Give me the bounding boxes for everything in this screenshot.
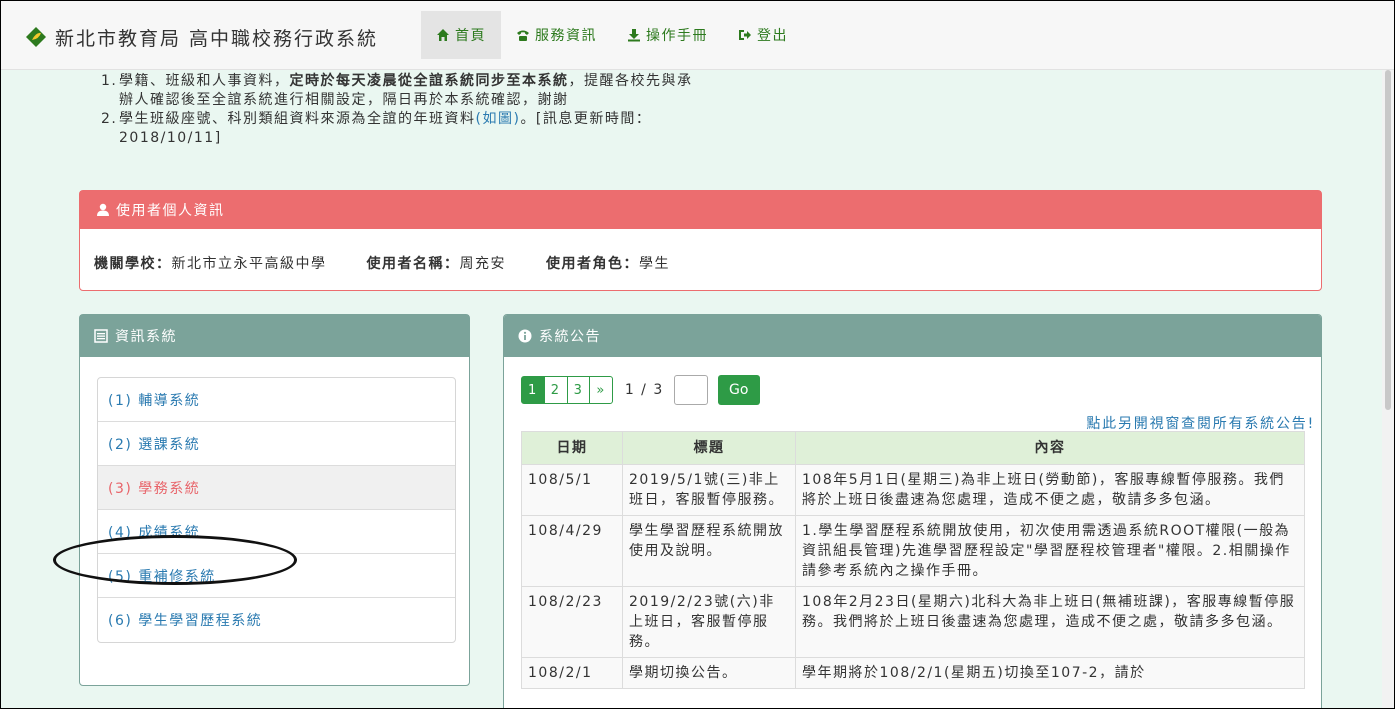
- table-row: 108/2/23 2019/2/23號(六)非上班日，客服暫停服務。 108年2…: [521, 586, 1305, 658]
- download-icon: [628, 29, 640, 42]
- brand[interactable]: 新北市教育局 高中職校務行政系統: [25, 23, 378, 51]
- cell-content: 108年5月1日(星期三)為非上班日(勞動節)，客服專線暫停服務。我們將於上班日…: [795, 464, 1305, 516]
- notice-text: 學籍、班級和人事資料，定時於每天凌晨從全誼系統同步至本系統，提醒各校先與承辦人確…: [119, 72, 694, 110]
- column-header-title: 標題: [622, 431, 796, 465]
- highlight-ellipse-annotation: [53, 535, 297, 585]
- logout-icon: [739, 30, 751, 40]
- notice-text-bold: 定時於每天凌晨從全誼系統同步至本系統: [289, 73, 569, 89]
- role-value: 學生: [639, 256, 670, 272]
- table-row: 108/4/29 學生學習歷程系統開放使用及說明。 1.學生學習歷程系統開放使用…: [521, 515, 1305, 587]
- main-content: 1. 學籍、班級和人事資料，定時於每天凌晨從全誼系統同步至本系統，提醒各校先與承…: [1, 70, 1382, 708]
- leaf-logo-icon: [26, 27, 46, 47]
- notice-item: 2. 學生班級座號、科別類組資料來源為全誼的年班資料(如圖)。[訊息更新時間：2…: [101, 110, 701, 148]
- notice-number: 2.: [101, 111, 118, 127]
- scrollbar-thumb[interactable]: [1385, 70, 1391, 410]
- announcements-panel: 系統公告 1 2 3 » 1 / 3 Go 點此另開視窗查閱所有系統公告! 日期…: [503, 314, 1322, 708]
- user-info-panel: 使用者個人資訊 機關學校：新北市立永平高級中學 使用者名稱：周充安 使用者角色：…: [79, 190, 1322, 291]
- school-field: 機關學校：新北市立永平高級中學: [94, 253, 327, 273]
- nav-service-info-label: 服務資訊: [535, 28, 597, 44]
- system-link-student-affairs[interactable]: (3) 學務系統: [98, 466, 455, 510]
- notice-list: 1. 學籍、班級和人事資料，定時於每天凌晨從全誼系統同步至本系統，提醒各校先與承…: [101, 72, 701, 148]
- user-info-title: 使用者個人資訊: [116, 203, 225, 219]
- nav-logout[interactable]: 登出: [723, 11, 803, 59]
- cell-title: 學生學習歷程系統開放使用及說明。: [622, 515, 796, 587]
- cell-content: 108年2月23日(星期六)北科大為非上班日(無補班課)，客服專線暫停服務。我們…: [795, 586, 1305, 658]
- phone-icon: [517, 30, 529, 41]
- system-link-learning-portfolio[interactable]: (6) 學生學習歷程系統: [98, 598, 455, 642]
- systems-header: 資訊系統: [80, 315, 469, 357]
- cell-date: 108/2/1: [521, 657, 623, 689]
- page-indicator: 1 / 3: [624, 382, 664, 398]
- notice-text-pre: 學籍、班級和人事資料，: [119, 73, 290, 89]
- next-page-button[interactable]: »: [589, 376, 613, 404]
- pagination: 1 2 3 » 1 / 3 Go: [521, 375, 760, 405]
- notice-text-pre: 學生班級座號、科別類組資料來源為全誼的年班資料: [119, 111, 476, 127]
- nav-manual-label: 操作手冊: [646, 28, 708, 44]
- role-field: 使用者角色：學生: [546, 253, 670, 273]
- cell-content: 1.學生學習歷程系統開放使用，初次使用需透過系統ROOT權限(一般為資訊組長管理…: [795, 515, 1305, 587]
- user-icon: [97, 203, 109, 216]
- systems-title: 資訊系統: [115, 329, 177, 345]
- systems-panel: 資訊系統 (1) 輔導系統 (2) 選課系統 (3) 學務系統 (4) 成績系統…: [79, 314, 470, 686]
- nav-logout-label: 登出: [757, 28, 788, 44]
- view-all-announcements-link[interactable]: 點此另開視窗查閱所有系統公告!: [1086, 413, 1315, 433]
- cell-content: 學年期將於108/2/1(星期五)切換至107-2，請於: [795, 657, 1305, 689]
- table-header-row: 日期 標題 內容: [521, 431, 1305, 465]
- username-label: 使用者名稱：: [366, 256, 460, 272]
- username-value: 周充安: [459, 256, 506, 272]
- nav-manual[interactable]: 操作手冊: [612, 11, 723, 59]
- school-value: 新北市立永平高級中學: [171, 256, 327, 272]
- notice-number: 1.: [101, 73, 118, 89]
- user-info-header: 使用者個人資訊: [80, 191, 1321, 229]
- cell-title: 2019/5/1號(三)非上班日，客服暫停服務。: [622, 464, 796, 516]
- cell-date: 108/5/1: [521, 464, 623, 516]
- page-1-button[interactable]: 1: [521, 376, 545, 404]
- page-3-button[interactable]: 3: [566, 376, 591, 404]
- system-link-course-selection[interactable]: (2) 選課系統: [98, 422, 455, 466]
- username-field: 使用者名稱：周充安: [367, 253, 507, 273]
- announcements-header: 系統公告: [504, 315, 1321, 357]
- go-button[interactable]: Go: [717, 375, 760, 405]
- cell-title: 學期切換公告。: [622, 657, 796, 689]
- role-label: 使用者角色：: [546, 256, 639, 272]
- list-box-icon: [94, 329, 108, 343]
- info-icon: [518, 329, 532, 343]
- figure-link[interactable]: (如圖): [476, 111, 521, 127]
- home-icon: [437, 29, 449, 41]
- top-navbar: 新北市教育局 高中職校務行政系統 首頁 服務資訊 操作手冊 登出: [1, 1, 1394, 70]
- vertical-scrollbar[interactable]: [1382, 70, 1394, 708]
- cell-date: 108/4/29: [521, 515, 623, 587]
- notice-item: 1. 學籍、班級和人事資料，定時於每天凌晨從全誼系統同步至本系統，提醒各校先與承…: [101, 72, 701, 110]
- system-link-counseling[interactable]: (1) 輔導系統: [98, 378, 455, 422]
- nav-home-label: 首頁: [455, 28, 486, 44]
- announcements-table: 日期 標題 內容 108/5/1 2019/5/1號(三)非上班日，客服暫停服務…: [521, 431, 1305, 689]
- cell-title: 2019/2/23號(六)非上班日，客服暫停服務。: [622, 586, 796, 658]
- nav-service-info[interactable]: 服務資訊: [501, 11, 612, 59]
- school-label: 機關學校：: [94, 256, 172, 272]
- page-2-button[interactable]: 2: [543, 376, 568, 404]
- cell-date: 108/2/23: [521, 586, 623, 658]
- column-header-date: 日期: [521, 431, 623, 465]
- app-window: 新北市教育局 高中職校務行政系統 首頁 服務資訊 操作手冊 登出 1. 學籍、班…: [0, 0, 1395, 709]
- table-row: 108/5/1 2019/5/1號(三)非上班日，客服暫停服務。 108年5月1…: [521, 464, 1305, 516]
- announcements-title: 系統公告: [539, 329, 601, 345]
- nav-home[interactable]: 首頁: [421, 11, 501, 59]
- page-number-input[interactable]: [673, 375, 708, 405]
- systems-list: (1) 輔導系統 (2) 選課系統 (3) 學務系統 (4) 成績系統 (5) …: [97, 377, 456, 643]
- user-info-body: 機關學校：新北市立永平高級中學 使用者名稱：周充安 使用者角色：學生: [80, 229, 1321, 297]
- column-header-content: 內容: [795, 431, 1305, 465]
- table-row: 108/2/1 學期切換公告。 學年期將於108/2/1(星期五)切換至107-…: [521, 657, 1305, 689]
- brand-title: 新北市教育局 高中職校務行政系統: [55, 27, 379, 50]
- main-nav: 首頁 服務資訊 操作手冊 登出: [421, 11, 803, 59]
- notice-text: 學生班級座號、科別類組資料來源為全誼的年班資料(如圖)。[訊息更新時間：2018…: [119, 110, 694, 148]
